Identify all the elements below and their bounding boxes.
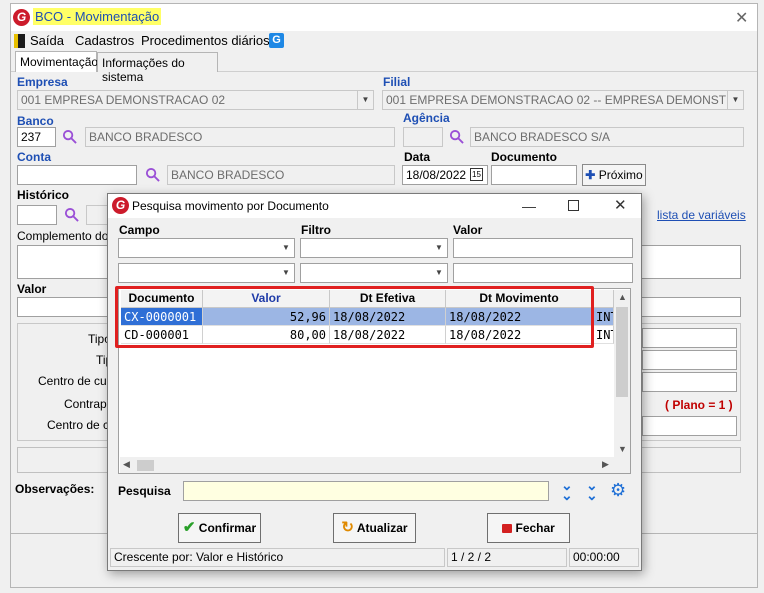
tipo2-field[interactable] xyxy=(642,350,737,370)
complemento-input[interactable] xyxy=(17,245,108,279)
valor-input-1[interactable] xyxy=(453,238,633,258)
campo-select-2[interactable]: ▼ xyxy=(118,263,295,283)
data-label: Data xyxy=(404,150,431,164)
filial-select[interactable]: 001 EMPRESA DEMONSTRACAO 02 -- EMPRESA D… xyxy=(382,90,744,110)
close-icon[interactable]: ✕ xyxy=(735,8,748,28)
lock-icon xyxy=(502,524,513,533)
scrollbar-thumb[interactable] xyxy=(616,307,628,397)
centro-custo-label: Centro de cust xyxy=(38,374,117,388)
col-header-extra xyxy=(593,290,614,308)
complemento-label: Complemento do hi xyxy=(17,229,122,243)
plus-icon: ✚ xyxy=(585,168,596,182)
dialog-title: Pesquisa movimento por Documento xyxy=(132,199,329,213)
banco-name-field: BANCO BRADESCO xyxy=(85,127,395,147)
chevron-down-icon: ▼ xyxy=(431,239,447,257)
campo-select-1[interactable]: ▼ xyxy=(118,238,295,258)
complemento-input-right[interactable] xyxy=(640,245,741,279)
tab-informacoes[interactable]: Informações do sistema xyxy=(97,52,218,84)
menu-cadastros[interactable]: Cadastros xyxy=(75,33,134,48)
close-icon[interactable]: ✕ xyxy=(614,196,627,214)
chevron-down-icon: ▼ xyxy=(431,264,447,282)
lista-variaveis-link[interactable]: lista de variáveis xyxy=(657,208,746,222)
banco-code-input[interactable]: 237 xyxy=(17,127,56,147)
calendar-icon[interactable]: 15 xyxy=(470,168,483,181)
fechar-button[interactable]: Fechar xyxy=(487,513,570,543)
scroll-down-icon[interactable]: ▼ xyxy=(618,444,627,454)
search-icon[interactable] xyxy=(449,129,464,144)
window-title: BCO - Movimentação xyxy=(33,8,162,25)
tipo-field[interactable] xyxy=(642,328,737,348)
cell-extra: INT xyxy=(593,308,614,326)
valor-label: Valor xyxy=(17,282,47,296)
scroll-left-icon[interactable]: ◀ xyxy=(123,459,130,470)
contrapartida-label: Contrapa xyxy=(64,397,114,411)
valor-filter-label: Valor xyxy=(453,223,483,237)
menu-procedimentos[interactable]: Procedimentos diários xyxy=(141,33,270,48)
confirmar-button[interactable]: ✔ Confirmar xyxy=(178,513,261,543)
valor-input-2[interactable] xyxy=(453,263,633,283)
centro-custo-field[interactable] xyxy=(642,372,737,392)
agencia-code-input[interactable] xyxy=(403,127,443,147)
exit-icon xyxy=(14,34,25,48)
search-icon[interactable] xyxy=(62,129,77,144)
conta-input[interactable] xyxy=(17,165,137,185)
chevron-down-icon: ▼ xyxy=(357,91,373,109)
historico-input[interactable] xyxy=(17,205,57,225)
search-icon[interactable] xyxy=(64,207,79,222)
refresh-icon: ↻ xyxy=(341,519,354,536)
banco-label: Banco xyxy=(17,114,54,128)
search-icon[interactable] xyxy=(145,167,160,182)
proximo-button[interactable]: ✚ Próximo xyxy=(582,164,646,186)
conta-label: Conta xyxy=(17,150,51,164)
status-count: 1 / 2 / 2 xyxy=(447,548,567,567)
campo-label: Campo xyxy=(119,223,160,237)
agencia-label: Agência xyxy=(403,111,450,125)
plano-text: ( Plano = 1 ) xyxy=(665,398,733,412)
last-match-icon[interactable]: ⌄ ⌄ xyxy=(586,478,598,502)
conta-name-field: BANCO BRADESCO xyxy=(167,165,395,185)
next-match-icon[interactable]: ⌄ ⌄ xyxy=(561,478,573,502)
documento-input[interactable] xyxy=(491,165,577,185)
maximize-icon[interactable] xyxy=(568,200,579,211)
cell-extra: INT xyxy=(593,326,614,344)
valor-input-right[interactable] xyxy=(640,297,741,317)
documento-label: Documento xyxy=(491,150,557,164)
empresa-label: Empresa xyxy=(17,75,68,89)
empresa-select[interactable]: 001 EMPRESA DEMONSTRACAO 02 ▼ xyxy=(17,90,374,110)
chevron-down-icon: ▼ xyxy=(727,91,743,109)
status-order: Crescente por: Valor e Histórico xyxy=(110,548,445,567)
filtro-label: Filtro xyxy=(301,223,331,237)
atualizar-button[interactable]: ↻ Atualizar xyxy=(333,513,416,543)
menu-saida[interactable]: Saída xyxy=(30,33,64,48)
help-icon[interactable]: G xyxy=(269,33,284,48)
tab-movimentacao[interactable]: Movimentação xyxy=(15,51,98,72)
centro-cu-label: Centro de cu xyxy=(47,418,116,432)
pesquisa-label: Pesquisa xyxy=(118,484,171,498)
h-scrollbar-thumb[interactable] xyxy=(137,460,154,471)
valor-input[interactable] xyxy=(17,297,108,317)
agencia-name-field: BANCO BRADESCO S/A xyxy=(470,127,744,147)
horizontal-scrollbar[interactable] xyxy=(120,457,630,473)
filtro-select-1[interactable]: ▼ xyxy=(300,238,448,258)
status-time: 00:00:00 xyxy=(569,548,639,567)
centro-cu-field[interactable] xyxy=(642,416,737,436)
scroll-right-icon[interactable]: ▶ xyxy=(602,459,609,470)
scroll-up-icon[interactable]: ▲ xyxy=(618,292,627,302)
highlight-box xyxy=(115,286,594,348)
filtro-select-2[interactable]: ▼ xyxy=(300,263,448,283)
historico-label: Histórico xyxy=(17,188,70,202)
app-logo-icon: G xyxy=(112,197,129,214)
filial-label: Filial xyxy=(383,75,411,89)
pesquisa-input[interactable] xyxy=(183,481,549,501)
historico-name-field xyxy=(86,205,108,225)
gear-icon[interactable]: ⚙ xyxy=(610,481,626,499)
observacoes-label: Observações: xyxy=(15,482,95,496)
check-icon: ✔ xyxy=(182,519,196,536)
app-logo-icon: G xyxy=(13,9,30,26)
chevron-down-icon: ▼ xyxy=(278,264,294,282)
minimize-icon[interactable]: — xyxy=(522,198,536,214)
chevron-down-icon: ▼ xyxy=(278,239,294,257)
